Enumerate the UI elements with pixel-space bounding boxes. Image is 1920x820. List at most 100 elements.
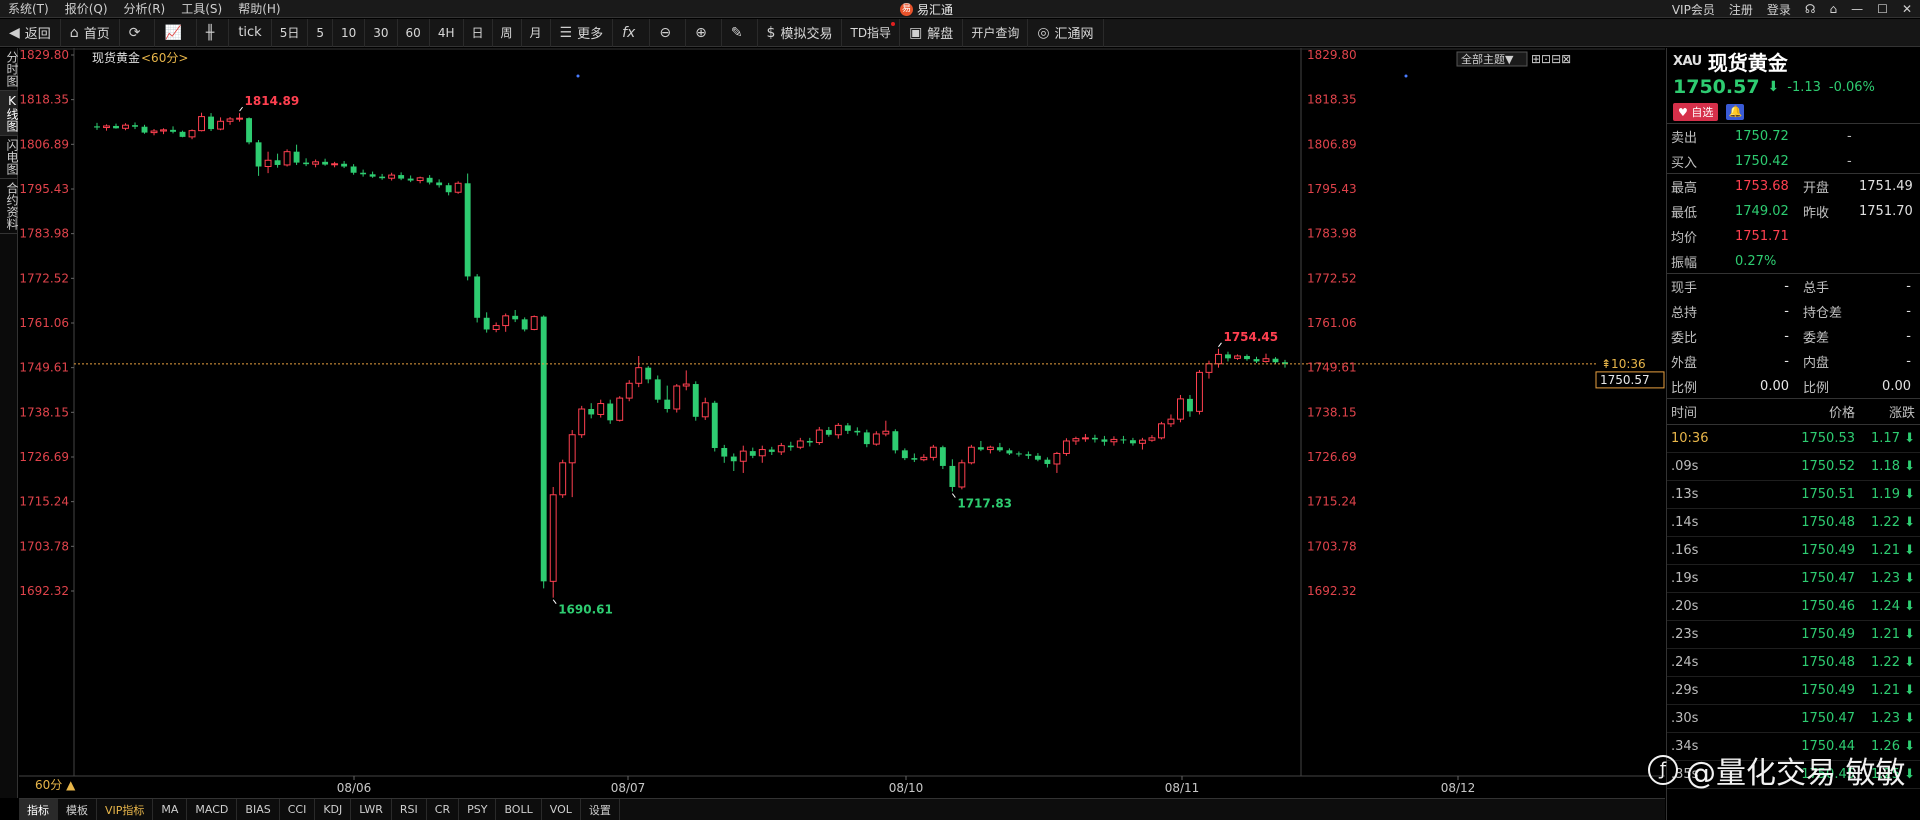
tick-change: 1.19 ⬇ <box>1871 487 1915 502</box>
kline-chart-svg[interactable]: ⇞10:36 1829.80 1829.80 1818.35 1818.35 1806.… <box>19 48 1665 798</box>
tick-price: 1750.51 <box>1801 487 1855 502</box>
home-button[interactable]: ⌂ 首页 <box>61 18 120 47</box>
refresh-button[interactable]: ⟳ <box>120 18 156 47</box>
ind-psy[interactable]: PSY <box>459 798 497 820</box>
account-query-button[interactable]: 开户查询 <box>963 18 1029 47</box>
y-tick-label-left: 1818.35 <box>19 93 69 107</box>
huitong-button[interactable]: ◎ 汇通网 <box>1028 18 1104 47</box>
maximize-icon[interactable]: ☐ <box>1877 2 1888 16</box>
tab-contract-info[interactable]: 合约资料 <box>0 179 19 234</box>
ind-boll[interactable]: BOLL <box>496 798 542 820</box>
sim-trade-button[interactable]: $ 模拟交易 <box>758 18 843 47</box>
candle-body <box>1187 398 1193 412</box>
vip-link[interactable]: VIP会员 <box>1672 1 1715 18</box>
menu-system[interactable]: 系统(T) <box>0 0 57 17</box>
ind-macd[interactable]: MACD <box>187 798 238 820</box>
tick-button[interactable]: tick <box>229 18 272 47</box>
tick-row: .14s 1750.48 1.22 ⬇ <box>1667 509 1920 537</box>
close-icon[interactable]: ✕ <box>1902 2 1912 16</box>
tab-timeline[interactable]: 分时图 <box>0 48 19 91</box>
kline-chart[interactable]: ⇞10:36 1829.80 1829.80 1818.35 1818.35 1806.… <box>19 48 1665 798</box>
candle-body <box>1091 437 1098 440</box>
candle-body <box>749 451 756 456</box>
menu-quote[interactable]: 报价(Q) <box>57 0 116 17</box>
back-arrow-icon: ◀ <box>9 24 20 41</box>
kline-button[interactable]: ╫ <box>197 18 230 47</box>
zoom-out-button[interactable]: ⊖ <box>650 18 687 47</box>
candle-body <box>1253 359 1260 362</box>
ind-lwr[interactable]: LWR <box>351 798 392 820</box>
candle-body <box>1148 437 1156 441</box>
period-30[interactable]: 30 <box>365 18 398 47</box>
menu-tools[interactable]: 工具(S) <box>173 0 230 17</box>
period-week[interactable]: 周 <box>493 18 522 47</box>
candle-body <box>768 449 775 452</box>
candle-body <box>758 449 766 457</box>
period-5[interactable]: 5 <box>308 18 333 47</box>
ind-bias[interactable]: BIAS <box>237 798 280 820</box>
favorite-label: 自选 <box>1691 105 1714 119</box>
login-link[interactable]: 登录 <box>1767 1 1791 18</box>
headset-icon[interactable]: ☊ <box>1805 2 1816 16</box>
ind-cr[interactable]: CR <box>427 798 460 820</box>
register-link[interactable]: 注册 <box>1729 1 1753 18</box>
ind-indicator[interactable]: 指标 <box>19 798 58 820</box>
quote-panel: XAU 现货黄金 1750.57 ⬇ -1.13 -0.06% ♥ 自选 🔔 卖… <box>1666 48 1920 820</box>
ind-cci[interactable]: CCI <box>280 798 316 820</box>
shirt-icon[interactable]: ⌂ <box>1830 2 1838 16</box>
ind-rsi[interactable]: RSI <box>392 798 427 820</box>
ind-ma[interactable]: MA <box>153 798 188 820</box>
tick-time: .19s <box>1671 571 1699 586</box>
menu-help[interactable]: 帮助(H) <box>230 0 288 17</box>
ind-kdj[interactable]: KDJ <box>315 798 352 820</box>
ind-vol[interactable]: VOL <box>542 798 581 820</box>
period-4h[interactable]: 4H <box>430 18 464 47</box>
td-guide-button[interactable]: TD指导 <box>842 18 901 47</box>
candle-body <box>1215 353 1222 365</box>
theme-button[interactable]: 全部主题▼ <box>1461 52 1514 66</box>
draw-button[interactable]: ✎ <box>722 18 758 47</box>
stat-row: 现手 - 总手 - <box>1667 274 1920 299</box>
y-tick-label-right: 1749.61 <box>1307 361 1357 375</box>
ind-vip[interactable]: VIP指标 <box>97 798 154 820</box>
tick-change: 1.23 ⬇ <box>1871 711 1915 726</box>
layout-icons[interactable]: ⊞⊡⊟⊠ <box>1531 52 1571 66</box>
timeline-button[interactable]: 📈 <box>155 18 197 47</box>
y-tick-label-left: 1795.43 <box>19 182 69 196</box>
candle-body <box>607 403 614 421</box>
candle-body <box>597 403 605 415</box>
period-60[interactable]: 60 <box>398 18 430 47</box>
favorite-button[interactable]: ♥ 自选 <box>1673 102 1719 121</box>
stat-value-2: - <box>1906 304 1911 319</box>
analysis-button[interactable]: ▣ 解盘 <box>900 18 964 47</box>
home-icon: ⌂ <box>69 24 79 41</box>
candle-body <box>1015 453 1022 455</box>
candle-body <box>1244 355 1250 360</box>
y-tick-label-right: 1806.89 <box>1307 137 1357 151</box>
period-month[interactable]: 月 <box>522 18 551 47</box>
tick-row: .13s 1750.51 1.19 ⬇ <box>1667 481 1920 509</box>
tab-flash[interactable]: 闪电图 <box>0 136 19 179</box>
more-button[interactable]: ☰ 更多 <box>551 18 614 47</box>
tab-kline[interactable]: K线图 <box>0 91 19 136</box>
period-selector[interactable]: 60分 ▲ <box>35 778 76 792</box>
tick-list[interactable]: 10:36 1750.53 1.17 ⬇ .09s 1750.52 1.18 ⬇ .13s 1… <box>1667 425 1920 789</box>
minimize-icon[interactable]: — <box>1851 2 1863 16</box>
period-5day[interactable]: 5日 <box>272 18 309 47</box>
tick-header-price: 价格 <box>1828 406 1855 421</box>
candle-body <box>1062 440 1070 454</box>
formula-button[interactable]: fx <box>613 18 651 47</box>
period-day[interactable]: 日 <box>464 18 493 47</box>
back-button[interactable]: ◀ 返回 <box>0 18 61 47</box>
ind-settings[interactable]: 设置 <box>581 798 620 820</box>
candle-body <box>967 446 975 464</box>
stat-value: - <box>1784 354 1789 369</box>
candle-body <box>721 447 728 457</box>
candle-body <box>512 315 519 320</box>
menu-analysis[interactable]: 分析(R) <box>116 0 174 17</box>
period-10[interactable]: 10 <box>333 18 366 47</box>
alert-bell-icon[interactable]: 🔔 <box>1726 103 1745 120</box>
stat-value: - <box>1784 279 1789 294</box>
zoom-in-button[interactable]: ⊕ <box>686 18 722 47</box>
ind-template[interactable]: 模板 <box>58 798 97 820</box>
